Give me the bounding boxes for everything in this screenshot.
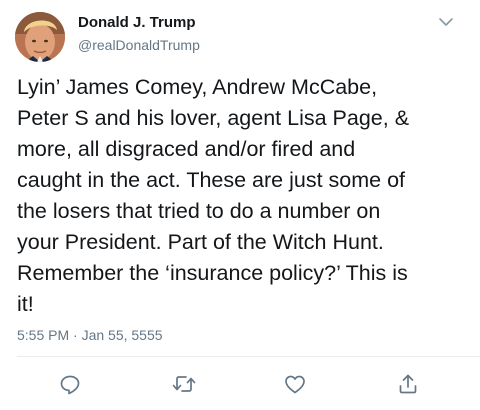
author-name[interactable]: Donald J. Trump — [78, 14, 196, 31]
divider — [17, 356, 480, 357]
tweet-card: Donald J. Trump @realDonaldTrump Lyin’ J… — [0, 0, 480, 410]
retweet-button[interactable] — [170, 371, 198, 397]
avatar-image — [15, 12, 65, 62]
author-handle[interactable]: @realDonaldTrump — [78, 37, 200, 53]
reply-icon — [60, 375, 80, 395]
heart-icon — [285, 375, 305, 394]
tweet-timestamp[interactable]: 5:55 PM · Jan 55, 5555 — [17, 327, 163, 343]
retweet-icon — [172, 376, 196, 392]
tweet-text: Lyin’ James Comey, Andrew McCabe, Peter … — [17, 75, 410, 316]
avatar[interactable] — [15, 12, 65, 62]
share-button[interactable] — [394, 371, 422, 397]
reply-button[interactable] — [56, 371, 84, 397]
like-button[interactable] — [281, 371, 309, 397]
chevron-down-icon[interactable] — [436, 14, 456, 30]
share-icon — [399, 374, 417, 394]
